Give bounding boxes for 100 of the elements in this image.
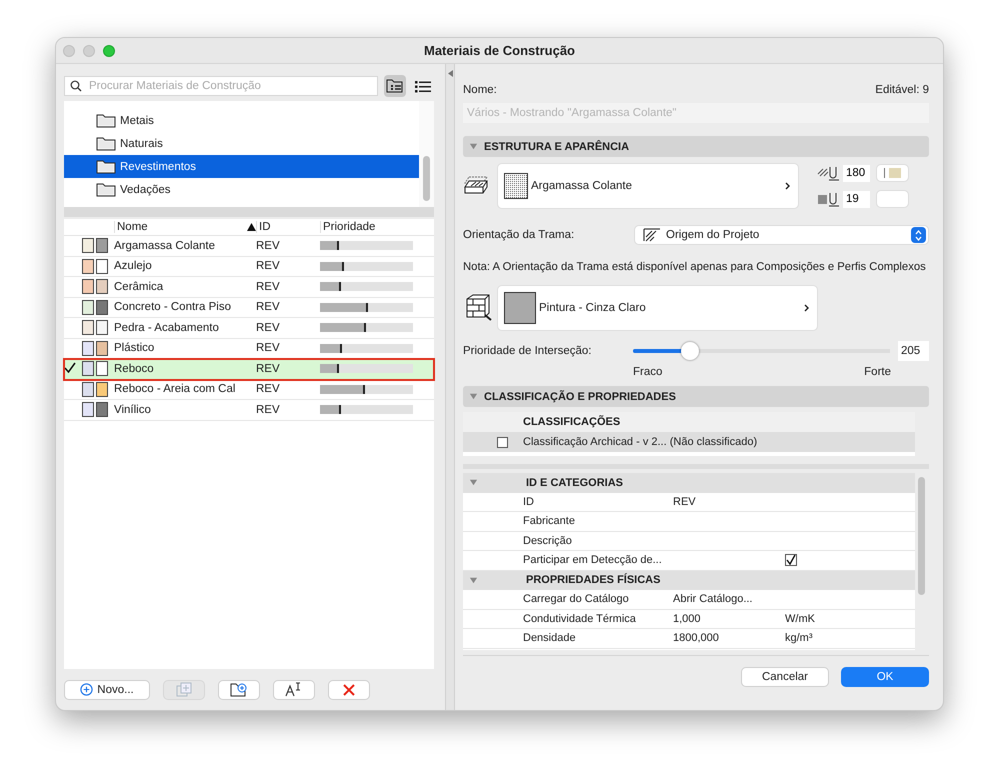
color-picker-button[interactable] <box>876 164 909 182</box>
name-label: Nome: <box>463 84 497 96</box>
window-title: Materiais de Construção <box>424 43 575 58</box>
checkbox[interactable] <box>785 554 797 566</box>
column-header[interactable]: Prioridade <box>320 221 420 233</box>
orientation-dropdown[interactable]: Origem do Projeto <box>634 225 929 245</box>
folder-icon <box>96 113 116 128</box>
checkbox[interactable] <box>497 436 508 448</box>
minimize-window-button[interactable] <box>83 44 95 56</box>
material-row[interactable]: Reboco - Areia com Cal REV <box>64 380 434 400</box>
chevron-right-icon <box>785 182 790 190</box>
plus-circle-icon <box>80 683 94 696</box>
folder-item[interactable]: Revestimentos <box>64 155 419 178</box>
chevron-right-icon <box>804 304 809 312</box>
slider-thumb[interactable] <box>680 342 699 360</box>
material-row[interactable]: Concreto - Contra Piso REV <box>64 298 434 318</box>
background-pen-field[interactable]: 19 <box>843 190 870 208</box>
name-field[interactable]: Vários - Mostrando "Argamassa Colante" <box>463 103 929 123</box>
disclosure-triangle-icon[interactable] <box>469 576 478 585</box>
material-id: REV <box>256 342 281 354</box>
material-name: Plástico <box>114 342 156 354</box>
material-name: Reboco - Areia com Cal <box>114 383 236 396</box>
list-icon <box>415 80 431 92</box>
material-row[interactable]: Argamassa Colante REV <box>64 236 434 256</box>
material-name: Vinílico <box>114 404 152 416</box>
section-header[interactable]: CLASSIFICAÇÃO E PROPRIEDADES <box>463 386 929 407</box>
property-value: Abrir Catálogo... <box>673 593 754 606</box>
folder-tree-icon <box>386 78 404 94</box>
material-id: REV <box>256 322 281 334</box>
folder-item[interactable]: Metais <box>64 109 419 132</box>
material-name: Reboco <box>114 362 155 375</box>
property-value: REV <box>673 496 697 508</box>
disclosure-triangle-icon[interactable] <box>469 142 478 151</box>
material-row[interactable]: Reboco REV <box>64 359 434 380</box>
section-header[interactable]: ESTRUTURA E APARÊNCIA <box>463 136 929 157</box>
priority-value-field[interactable]: 205 <box>898 341 929 361</box>
property-group-title: PROPRIEDADES FÍSICAS <box>526 574 660 586</box>
rename-button[interactable] <box>273 680 315 700</box>
ok-button[interactable]: OK <box>841 666 929 686</box>
fill-pen-field[interactable]: 180 <box>843 164 870 182</box>
cut-fill-selector[interactable]: Argamassa Colante <box>497 163 799 209</box>
material-name: Argamassa Colante <box>114 240 216 252</box>
material-id: REV <box>256 240 281 252</box>
property-name: Fabricante <box>523 515 576 528</box>
property-name: Participar em Detecção de... <box>523 554 663 566</box>
cancel-button[interactable]: Cancelar <box>741 666 829 686</box>
property-unit: kg/m³ <box>785 632 814 644</box>
column-header[interactable]: ID <box>256 221 320 233</box>
property-name: Descrição <box>523 534 573 547</box>
view-toggle-button[interactable] <box>384 75 406 97</box>
note-text: Nota: A Orientação da Trama está disponível apenas para Composições e Perfis Complexos <box>463 261 927 275</box>
collapse-triangle-icon[interactable] <box>448 70 452 77</box>
scrollbar-thumb[interactable] <box>423 156 430 201</box>
strong-label: Forte <box>864 366 891 378</box>
folder-icon <box>96 136 116 151</box>
property-name: Densidade <box>523 632 577 644</box>
material-id: REV <box>256 362 281 375</box>
weak-label: Fraco <box>633 366 662 378</box>
material-name: Concreto - Contra Piso <box>114 301 232 314</box>
material-id: REV <box>256 383 281 396</box>
checkmark-icon <box>64 362 76 373</box>
search-field[interactable]: Procurar Materiais de Construção <box>64 76 378 96</box>
duplicate-icon <box>176 682 192 697</box>
search-icon <box>70 80 82 92</box>
material-name: Cerâmica <box>114 280 164 293</box>
property-name: Condutividade Térmica <box>523 612 637 625</box>
zoom-window-button[interactable] <box>103 44 115 56</box>
new-button[interactable]: Novo... <box>64 680 150 700</box>
material-id: REV <box>256 404 281 416</box>
folder-item[interactable]: Naturais <box>64 132 419 155</box>
close-icon <box>342 682 356 696</box>
hatch-pen-icon <box>817 165 841 181</box>
property-unit: W/mK <box>785 612 816 625</box>
color-picker-button[interactable] <box>876 190 909 208</box>
surface-selector[interactable]: Pintura - Cinza Claro <box>497 285 818 331</box>
close-window-button[interactable] <box>63 44 75 56</box>
disclosure-triangle-icon[interactable] <box>469 392 478 401</box>
delete-button[interactable] <box>328 680 370 700</box>
orientation-label: Orientação da Trama: <box>463 229 576 241</box>
material-row[interactable]: Cerâmica REV <box>64 277 434 298</box>
property-value: 1,000 <box>673 612 702 625</box>
property-name: ID <box>523 496 535 508</box>
priority-label: Prioridade de Interseção: <box>463 345 592 357</box>
material-id: REV <box>256 260 281 272</box>
scrollbar-thumb[interactable] <box>918 477 925 595</box>
new-folder-button[interactable] <box>218 680 260 700</box>
folder-plus-icon <box>230 682 248 697</box>
property-name: Carregar do Catálogo <box>523 593 630 606</box>
material-row[interactable]: Pedra - Acabamento REV <box>64 318 434 338</box>
disclosure-triangle-icon[interactable] <box>469 478 478 488</box>
folder-icon <box>96 159 116 174</box>
editable-count: Editável: 9 <box>875 84 929 96</box>
column-header[interactable]: Nome <box>114 221 256 233</box>
classification-text: Classificação Archicad - v 2... (Não classificado) <box>523 436 758 448</box>
material-row[interactable]: Azulejo REV <box>64 256 434 277</box>
folder-item[interactable]: Vedações <box>64 178 419 201</box>
property-group-title: ID E CATEGORIAS <box>526 476 623 489</box>
material-row[interactable]: Vinílico REV <box>64 400 434 420</box>
stepper-arrows-icon <box>915 230 922 240</box>
material-id: REV <box>256 280 281 293</box>
